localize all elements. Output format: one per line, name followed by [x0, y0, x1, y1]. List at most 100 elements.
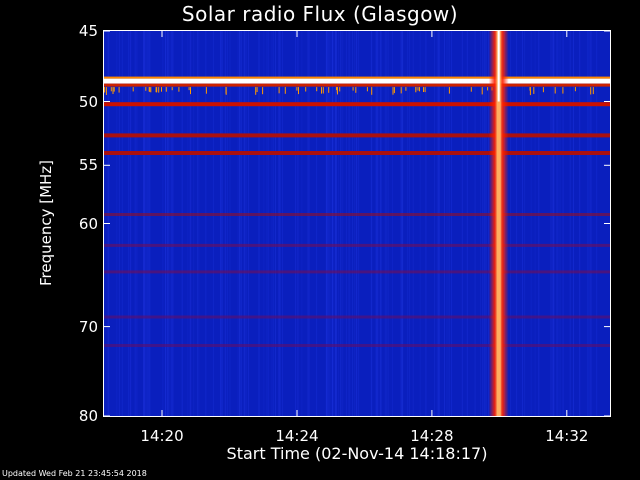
noise-stripe: [282, 31, 283, 416]
band-glow-bottom: [104, 83, 610, 87]
band-spike: [574, 87, 576, 92]
band-spike: [161, 87, 162, 92]
noise-stripe: [329, 31, 331, 416]
noise-stripe: [461, 31, 463, 416]
spectrogram-plot: [103, 30, 611, 417]
y-tick-mark-left: [104, 101, 110, 102]
noise-stripe: [387, 31, 389, 416]
noise-stripe: [345, 31, 347, 416]
noise-stripe: [534, 31, 536, 416]
noise-stripe: [573, 31, 574, 416]
noise-stripe: [439, 31, 440, 416]
noise-stripe: [522, 31, 523, 416]
noise-stripe: [483, 31, 485, 416]
noise-stripe: [295, 31, 297, 416]
noise-stripe: [596, 31, 598, 416]
band-spike: [481, 87, 483, 95]
band-spike: [448, 87, 450, 94]
band-spike: [305, 87, 307, 92]
band-spike: [256, 87, 258, 92]
updated-timestamp: Updated Wed Feb 21 23:45:54 2018: [2, 469, 147, 478]
noise-stripe: [579, 31, 581, 416]
x-tick-label: 14:32: [545, 427, 589, 445]
noise-stripe: [474, 31, 476, 416]
noise-stripe: [334, 31, 336, 416]
band-spike: [171, 87, 173, 91]
x-tick-mark-top: [161, 31, 163, 37]
band-5: [104, 243, 610, 247]
noise-stripe: [129, 31, 131, 416]
band-spike: [542, 87, 544, 93]
band-spike: [352, 87, 354, 91]
band-spike: [112, 87, 114, 94]
noise-stripe: [198, 31, 200, 416]
x-tick-label: 14:24: [275, 427, 319, 445]
band-spike: [158, 87, 160, 93]
band-1: [104, 102, 610, 107]
noise-stripe: [349, 31, 351, 416]
noise-stripe: [247, 31, 249, 416]
noise-stripe: [340, 31, 342, 416]
noise-stripe: [274, 31, 276, 416]
noise-stripe: [451, 31, 453, 416]
noise-stripe: [308, 31, 310, 416]
band-spike: [419, 87, 420, 92]
noise-stripe: [229, 31, 231, 416]
noise-stripe: [240, 31, 242, 416]
band-spike: [590, 87, 592, 95]
y-tick-mark-right: [604, 326, 610, 328]
noise-stripe: [380, 31, 382, 416]
y-tick-mark-left: [104, 326, 110, 328]
band-spike: [110, 87, 112, 92]
noise-stripe: [143, 31, 144, 416]
y-tick-label: 60: [78, 214, 98, 233]
band-spike: [298, 87, 299, 95]
band-spike: [178, 87, 180, 92]
y-tick-mark-right: [604, 101, 610, 102]
noise-stripe: [134, 31, 136, 416]
noise-stripe: [272, 31, 274, 416]
noise-stripe: [136, 31, 138, 416]
noise-stripe: [538, 31, 540, 416]
y-tick-label: 45: [78, 22, 98, 40]
y-axis-label: Frequency [MHz]: [37, 159, 55, 287]
band-spike: [339, 87, 341, 92]
y-tick-mark-right: [604, 415, 610, 416]
noise-stripe: [170, 31, 172, 416]
band-spike: [132, 87, 134, 92]
noise-stripe: [263, 31, 265, 416]
band-spike: [328, 87, 330, 93]
noise-stripe: [279, 31, 281, 416]
band-spike: [145, 87, 147, 91]
band-spike: [592, 87, 594, 95]
x-tick-label: 14:28: [410, 427, 454, 445]
noise-stripe: [553, 31, 555, 416]
band-spike: [118, 87, 120, 93]
noise-stripe: [557, 31, 559, 416]
noise-stripe: [237, 31, 239, 416]
band-0: [104, 78, 610, 84]
band-spike: [355, 87, 357, 93]
burst-peak: [497, 31, 500, 102]
spectrogram-svg: [104, 31, 610, 416]
band-spike: [393, 87, 395, 94]
noise-stripe: [187, 31, 189, 416]
band-spike: [470, 87, 472, 92]
noise-stripe: [162, 31, 164, 416]
band-6: [104, 270, 610, 274]
band-spike: [262, 87, 264, 95]
noise-stripe: [267, 31, 269, 416]
y-tick-label: 50: [78, 92, 98, 111]
noise-stripe: [559, 31, 561, 416]
band-spike: [487, 87, 489, 91]
noise-stripe: [348, 31, 350, 416]
noise-stripe: [181, 31, 183, 416]
noise-stripe: [220, 31, 222, 416]
band-spike: [417, 87, 419, 91]
y-tick-mark-left: [104, 31, 110, 32]
band-7: [104, 315, 610, 319]
band-3: [104, 151, 610, 155]
noise-stripe: [239, 31, 241, 416]
band-spike: [415, 87, 417, 93]
noise-stripe: [358, 31, 360, 416]
